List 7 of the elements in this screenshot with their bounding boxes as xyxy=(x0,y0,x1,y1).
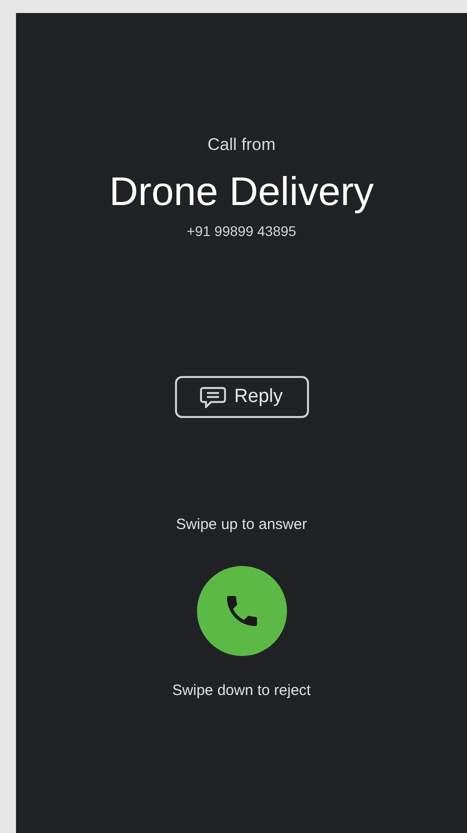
reject-hint: Swipe down to reject xyxy=(172,682,311,700)
message-icon xyxy=(200,386,226,408)
reply-button[interactable]: Reply xyxy=(174,376,308,418)
call-caption: Call from xyxy=(207,135,276,155)
caller-name: Drone Delivery xyxy=(109,169,374,215)
caller-number: +91 99899 43895 xyxy=(186,223,296,240)
answer-hint: Swipe up to answer xyxy=(176,516,307,534)
